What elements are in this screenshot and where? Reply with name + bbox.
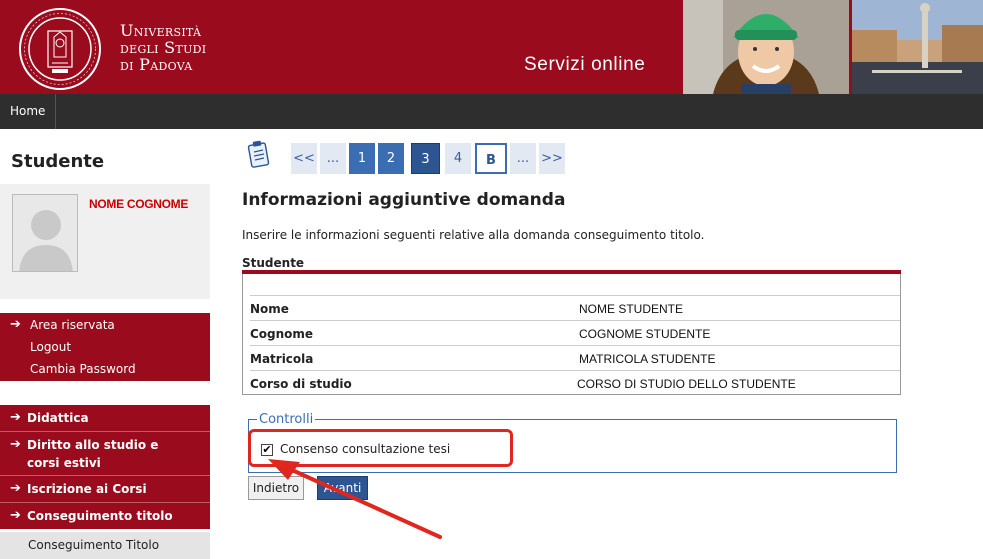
page-intro: Inserire le informazioni seguenti relati… [242, 228, 705, 242]
arrow-right-icon: ➔ [10, 437, 21, 452]
row-value: COGNOME STUDENTE [579, 327, 711, 341]
row-label: Nome [250, 302, 289, 316]
sidebar-item-label: Diritto allo studio e corsi estivi [27, 438, 159, 470]
header-photo-padova [852, 0, 983, 94]
sidebar-item-label: Iscrizione ai Corsi [27, 482, 147, 496]
student-info-table: Nome NOME STUDENTE Cognome COGNOME STUDE… [242, 274, 901, 395]
fieldset-legend: Controlli [257, 412, 316, 427]
sidebar-item-label: Conseguimento titolo [27, 509, 173, 523]
site-header: Università degli Studi di Padova Servizi… [0, 0, 983, 94]
page-title: Informazioni aggiuntive domanda [242, 190, 566, 210]
row-value: NOME STUDENTE [579, 302, 684, 316]
section-title: Studente [242, 256, 305, 270]
service-title: Servizi online [524, 54, 646, 75]
nav-home-link[interactable]: Home [0, 94, 57, 129]
sidebar-subitem-conseguimento-titolo[interactable]: Conseguimento Titolo [0, 532, 210, 559]
row-label: Cognome [250, 327, 314, 341]
pager-page-3-current[interactable]: 3 [411, 143, 440, 174]
sidebar-item-conseguimento-titolo[interactable]: ➔ Conseguimento titolo [0, 503, 210, 529]
sidebar-item-didattica[interactable]: ➔ Didattica [0, 405, 210, 432]
pager-first[interactable]: << [291, 143, 317, 174]
arrow-right-icon: ➔ [10, 317, 21, 332]
arrow-right-icon: ➔ [10, 481, 21, 496]
avatar [12, 194, 78, 272]
sidebar-item-label: Area riservata [30, 318, 115, 332]
row-value: MATRICOLA STUDENTE [579, 352, 716, 366]
sidebar-item-diritto-studio[interactable]: ➔ Diritto allo studio e corsi estivi [0, 432, 210, 476]
back-button[interactable]: Indietro [248, 476, 304, 500]
arrow-right-icon: ➔ [10, 508, 21, 523]
sidebar-item-label: Didattica [27, 411, 89, 425]
university-name-line-1: Università [120, 21, 202, 40]
profile-box: NOME COGNOME [0, 184, 210, 299]
pager-page-4[interactable]: 4 [445, 143, 471, 174]
pager-page-1[interactable]: 1 [349, 143, 375, 174]
university-name-line-2: degli Studi [120, 38, 207, 57]
next-button[interactable]: Avanti [317, 476, 368, 500]
pager-page-2[interactable]: 2 [378, 143, 404, 174]
sidebar-item-iscrizione-corsi[interactable]: ➔ Iscrizione ai Corsi [0, 476, 210, 503]
table-row: Nome NOME STUDENTE [250, 295, 900, 320]
sidebar-title: Studente [11, 151, 105, 172]
reserved-area-menu: ➔ Area riservata Logout Cambia Password [0, 313, 210, 381]
sidebar-item-cambia-password[interactable]: Cambia Password [0, 358, 210, 380]
table-row: Matricola MATRICOLA STUDENTE [250, 345, 900, 370]
annotation-highlight-box [248, 429, 513, 467]
table-row: Corso di studio CORSO DI STUDIO DELLO ST… [250, 370, 900, 395]
pager-bookmark[interactable]: B [475, 143, 507, 174]
clipboard-icon [247, 140, 270, 168]
row-label: Matricola [250, 352, 314, 366]
university-name: Università degli Studi di Padova [120, 22, 206, 73]
university-seal-logo [19, 8, 101, 90]
row-value: CORSO DI STUDIO DELLO STUDENTE [577, 377, 796, 391]
profile-name: NOME COGNOME [89, 197, 189, 211]
sidebar-item-area-riservata[interactable]: ➔ Area riservata [0, 314, 210, 336]
table-row: Cognome COGNOME STUDENTE [250, 320, 900, 345]
header-photo-student [683, 0, 849, 94]
sidebar-item-logout[interactable]: Logout [0, 336, 210, 358]
university-name-line-3: di Padova [120, 55, 193, 74]
pager-ellipsis-left: ... [320, 143, 346, 174]
row-label: Corso di studio [250, 377, 352, 391]
main-menu: ➔ Didattica ➔ Diritto allo studio e cors… [0, 405, 210, 529]
pager-last[interactable]: >> [539, 143, 565, 174]
pager-ellipsis-right: ... [510, 143, 536, 174]
arrow-right-icon: ➔ [10, 410, 21, 425]
top-nav-bar: Home [0, 94, 983, 129]
